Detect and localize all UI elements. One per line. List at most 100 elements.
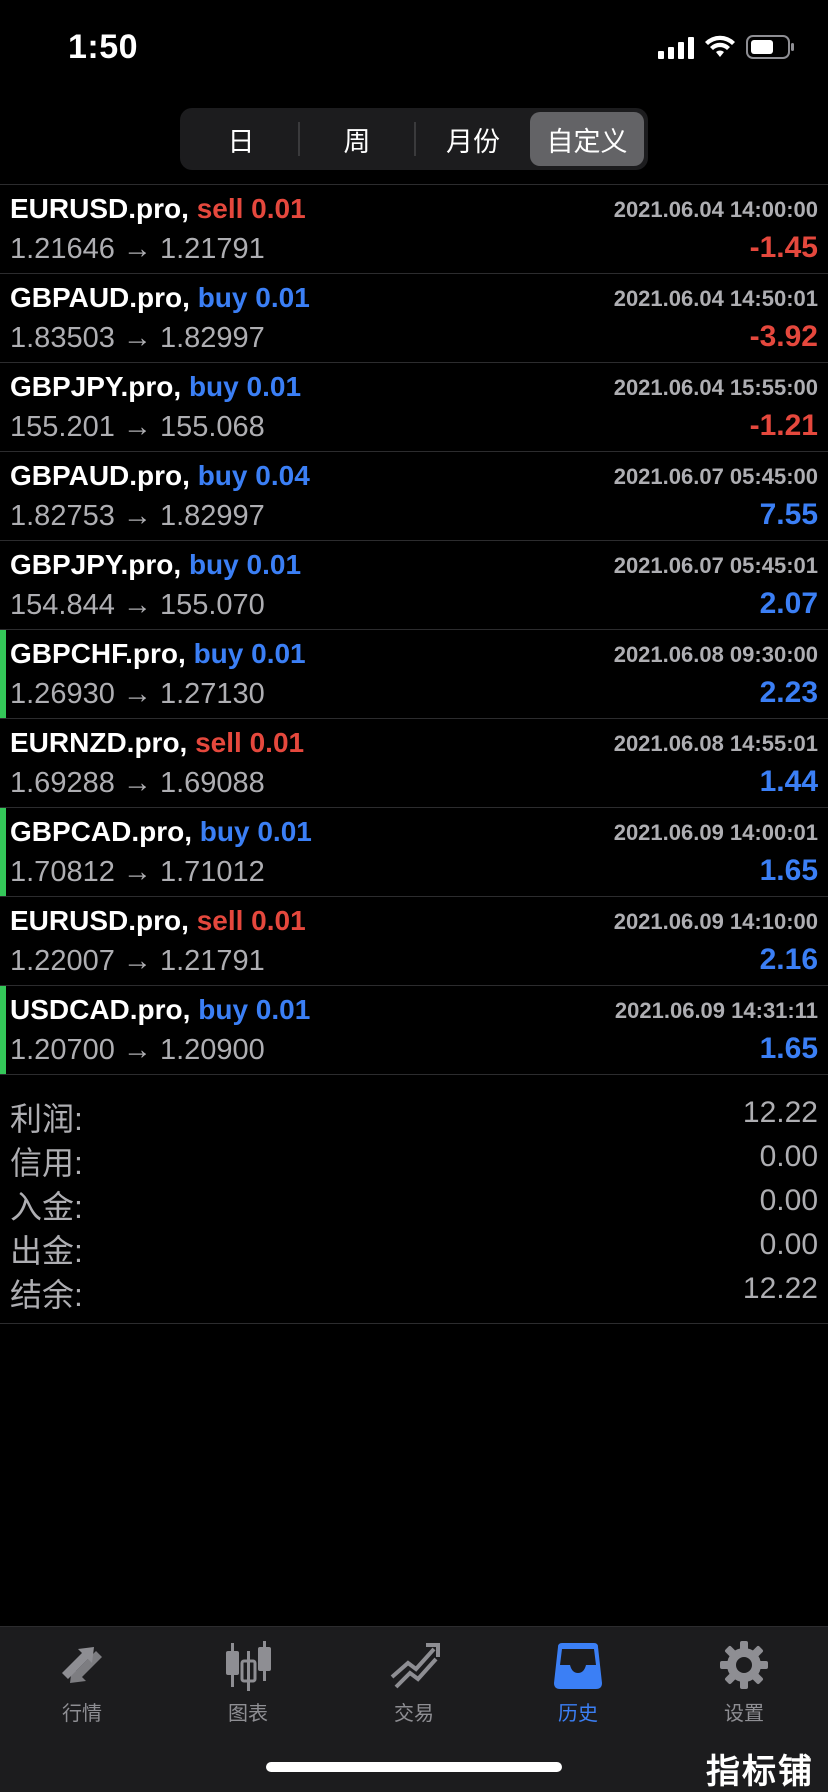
trade-row[interactable]: GBPAUD.pro, buy 0.04 2021.06.07 05:45:00 1… (0, 452, 828, 541)
tab-label: 设置 (724, 1703, 764, 1725)
trade-row[interactable]: EURNZD.pro, sell 0.01 2021.06.08 14:55:01… (0, 719, 828, 808)
trade-title: GBPJPY.pro, buy 0.01 (10, 371, 301, 403)
tab-quotes[interactable]: 行情 (12, 1637, 152, 1747)
summary-value: 12.22 (742, 1272, 818, 1305)
trade-prices: 1.82753 → 1.82997 (10, 500, 265, 532)
trade-profit: 2.07 (759, 587, 818, 620)
summary-row-balance: 结余: 12.22 (0, 1266, 828, 1313)
trade-time: 2021.06.04 15:55:00 (613, 375, 818, 400)
chart-icon (226, 1641, 271, 1691)
trade-symbol: GBPAUD.pro, (10, 282, 190, 313)
trade-symbol: EURNZD.pro, (10, 727, 188, 758)
trade-row[interactable]: GBPCAD.pro, buy 0.01 2021.06.09 14:00:01 1… (0, 808, 828, 897)
segment-day[interactable]: 日 (184, 112, 298, 166)
trade-row[interactable]: GBPJPY.pro, buy 0.01 2021.06.07 05:45:01 1… (0, 541, 828, 630)
trade-volume: 0.01 (246, 549, 302, 580)
trade-time: 2021.06.09 14:31:11 (614, 998, 818, 1023)
trade-row[interactable]: EURUSD.pro, sell 0.01 2021.06.09 14:10:00… (0, 897, 828, 986)
trade-time: 2021.06.04 14:00:00 (613, 197, 818, 222)
trade-title: GBPCAD.pro, buy 0.01 (10, 816, 312, 848)
trade-side: buy (199, 816, 250, 847)
trade-symbol: GBPAUD.pro, (10, 460, 190, 491)
trade-side: buy (193, 638, 244, 669)
summary-value: 0.00 (759, 1184, 818, 1217)
trade-row[interactable]: GBPJPY.pro, buy 0.01 2021.06.04 15:55:00 1… (0, 363, 828, 452)
history-icon (554, 1643, 602, 1689)
trade-profit: -1.21 (749, 409, 818, 442)
trade-volume: 0.01 (251, 905, 306, 936)
trade-side: buy (198, 994, 249, 1025)
trade-side: sell (196, 193, 244, 224)
trade-title: EURNZD.pro, sell 0.01 (10, 727, 304, 759)
trade-symbol: GBPJPY.pro, (10, 371, 182, 402)
summary-value: 0.00 (759, 1140, 818, 1173)
tab-label: 历史 (558, 1703, 598, 1725)
trade-time: 2021.06.07 05:45:01 (613, 553, 818, 578)
trade-profit: 1.65 (759, 1032, 818, 1065)
trade-symbol: EURUSD.pro, (10, 905, 189, 936)
segment-week[interactable]: 周 (300, 112, 414, 166)
trade-prices: 155.201 → 155.068 (10, 411, 265, 443)
quotes-icon (62, 1647, 102, 1683)
settings-icon (720, 1641, 768, 1689)
period-segmented-control: 日 周 月份 自定义 (180, 108, 648, 170)
summary-label: 结余: (10, 1277, 83, 1313)
trade-prices: 1.69288 → 1.69088 (10, 767, 265, 799)
account-summary: 利润: 12.22 信用: 0.00 入金: 0.00 出金: 0.00 结余:… (0, 1090, 828, 1324)
trade-time: 2021.06.09 14:10:00 (613, 909, 818, 934)
trade-profit: 1.44 (759, 765, 818, 798)
trade-profit: -3.92 (749, 320, 818, 353)
tab-trade[interactable]: 交易 (344, 1637, 484, 1747)
trade-volume: 0.04 (255, 460, 310, 491)
cellular-signal-icon (658, 35, 694, 59)
trade-title: GBPAUD.pro, buy 0.01 (10, 282, 310, 314)
trade-row[interactable]: GBPAUD.pro, buy 0.01 2021.06.04 14:50:01 1… (0, 274, 828, 363)
battery-icon (746, 35, 794, 59)
status-bar: 1:50 (0, 0, 828, 100)
home-indicator[interactable] (266, 1762, 562, 1772)
trade-row[interactable]: GBPCHF.pro, buy 0.01 2021.06.08 09:30:00 1… (0, 630, 828, 719)
summary-row-credit: 信用: 0.00 (0, 1134, 828, 1181)
trade-side: sell (195, 727, 242, 758)
trade-title: USDCAD.pro, buy 0.01 (10, 994, 310, 1026)
trade-row[interactable]: USDCAD.pro, buy 0.01 2021.06.09 14:31:11 1… (0, 986, 828, 1075)
trade-profit: 2.23 (759, 676, 818, 709)
trade-history-list: EURUSD.pro, sell 0.01 2021.06.04 14:00:00… (0, 184, 828, 1075)
trade-title: GBPJPY.pro, buy 0.01 (10, 549, 301, 581)
tab-settings[interactable]: 设置 (674, 1637, 814, 1747)
segment-custom[interactable]: 自定义 (530, 112, 644, 166)
status-icons (658, 34, 796, 60)
trade-volume: 0.01 (251, 193, 306, 224)
watermark: 指标铺 (706, 1753, 814, 1791)
segment-month[interactable]: 月份 (416, 112, 530, 166)
trade-prices: 1.22007 → 1.21791 (10, 945, 265, 977)
trade-time: 2021.06.08 14:55:01 (613, 731, 818, 756)
trade-symbol: EURUSD.pro, (10, 193, 189, 224)
trade-profit: 7.55 (759, 498, 818, 531)
trade-prices: 1.21646 → 1.21791 (10, 233, 265, 265)
trade-prices: 1.70812 → 1.71012 (10, 856, 265, 888)
trade-symbol: GBPCAD.pro, (10, 816, 192, 847)
tab-history[interactable]: 历史 (508, 1637, 648, 1747)
trade-prices: 154.844 → 155.070 (10, 589, 265, 621)
trade-side: buy (197, 460, 248, 491)
trade-row[interactable]: EURUSD.pro, sell 0.01 2021.06.04 14:00:00… (0, 185, 828, 274)
trade-volume: 0.01 (246, 371, 302, 402)
trade-time: 2021.06.07 05:45:00 (613, 464, 818, 489)
trade-side: buy (188, 371, 239, 402)
trade-symbol: GBPCHF.pro, (10, 638, 186, 669)
history-screen: 1:50 日 周 月份 自定义 EURUSD.pro, sell 0.01 202 (0, 0, 828, 1792)
trade-side: sell (196, 905, 244, 936)
trade-time: 2021.06.09 14:00:01 (613, 820, 818, 845)
trade-prices: 1.26930 → 1.27130 (10, 678, 265, 710)
summary-row-withdrawal: 出金: 0.00 (0, 1222, 828, 1269)
trade-symbol: GBPJPY.pro, (10, 549, 182, 580)
summary-value: 12.22 (742, 1096, 818, 1129)
tab-chart[interactable]: 图表 (178, 1637, 318, 1747)
trade-title: EURUSD.pro, sell 0.01 (10, 905, 306, 937)
trade-volume: 0.01 (251, 638, 306, 669)
trade-title: GBPCHF.pro, buy 0.01 (10, 638, 306, 670)
wifi-icon (705, 35, 735, 57)
trade-symbol: USDCAD.pro, (10, 994, 191, 1025)
summary-value: 0.00 (759, 1228, 818, 1261)
